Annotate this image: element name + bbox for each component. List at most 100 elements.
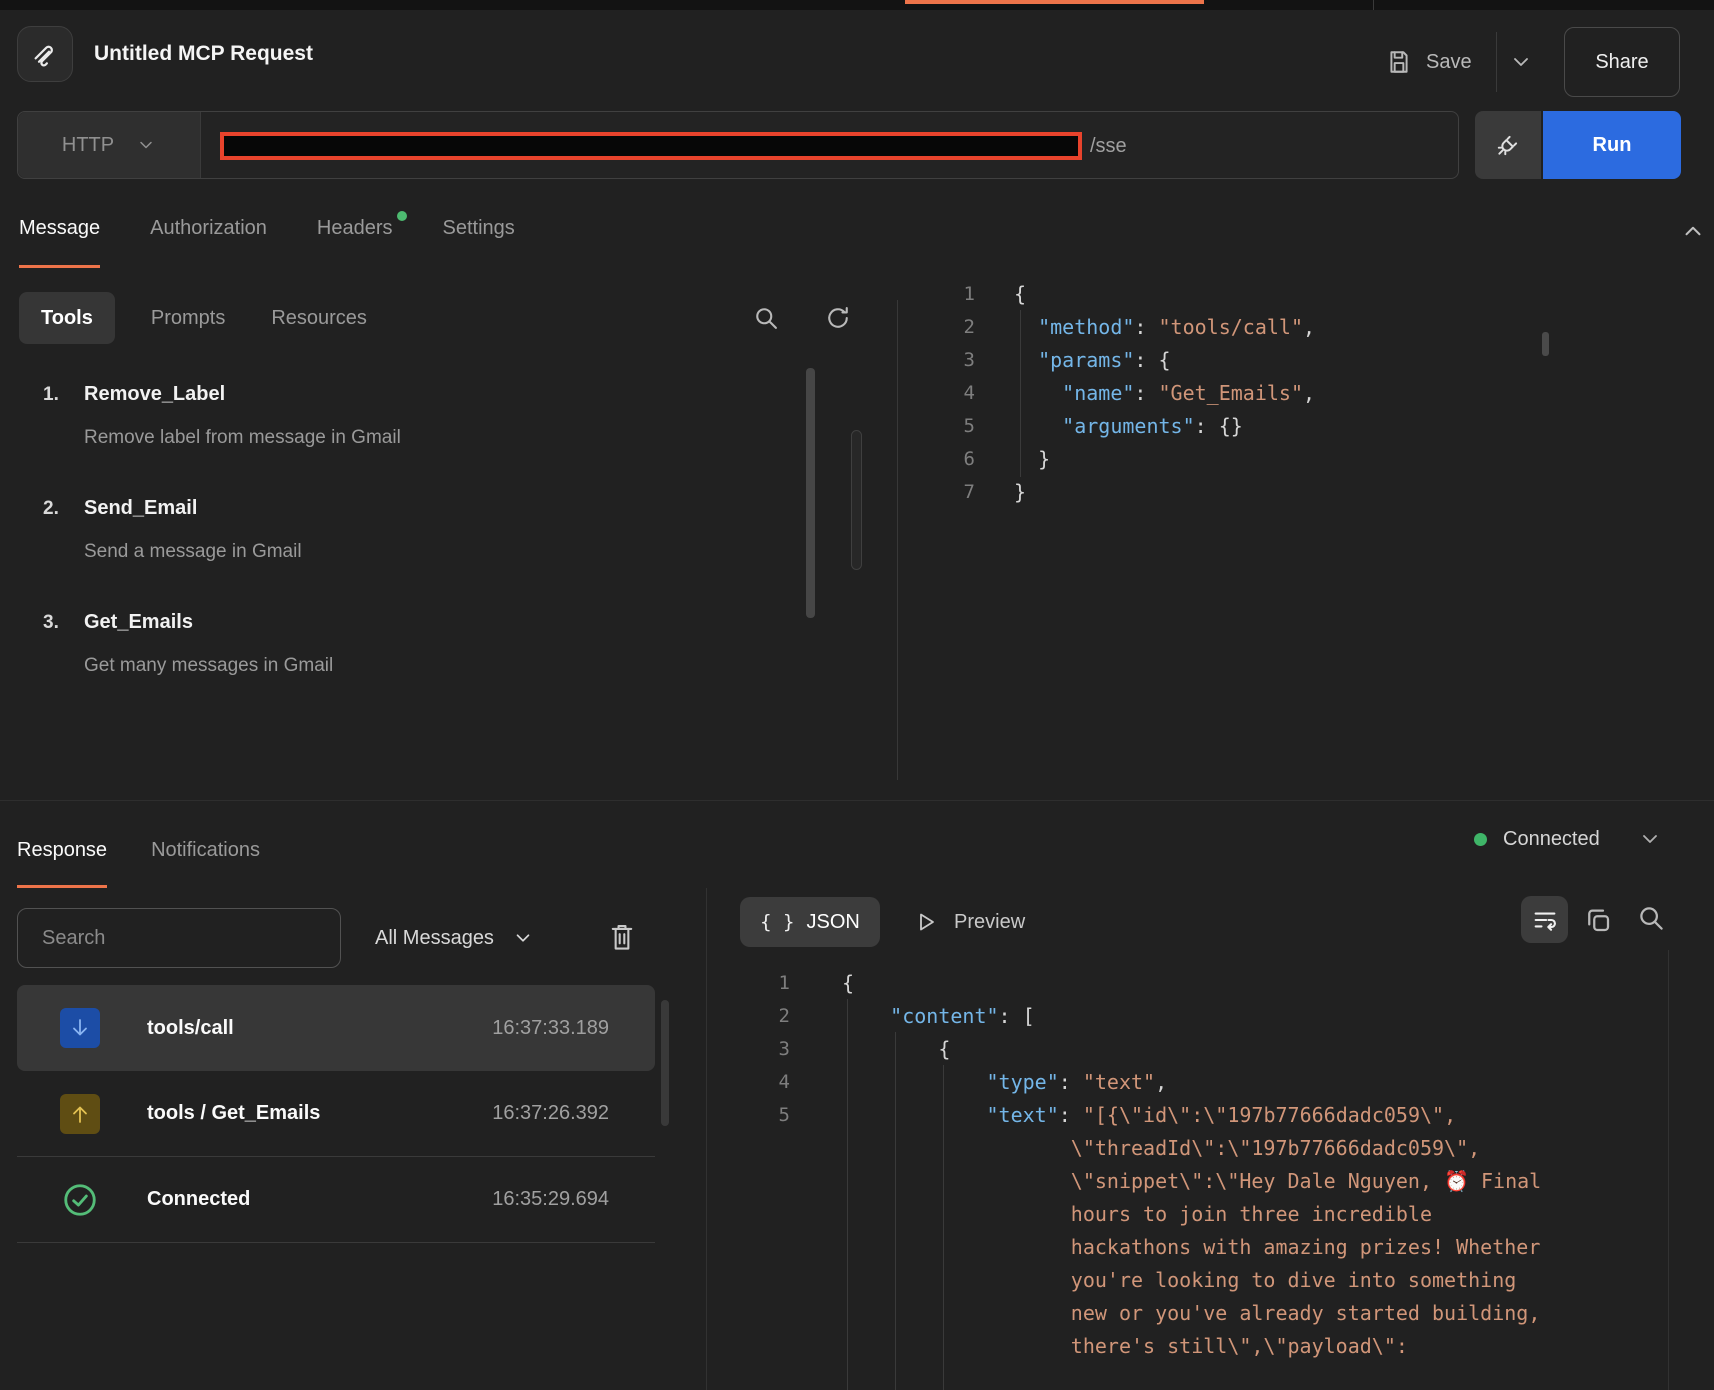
preview-view-button[interactable]: Preview	[914, 903, 1025, 941]
connection-status-label: Connected	[1503, 828, 1600, 851]
response-json-editor[interactable]: 1{ 2 "content": [ 3 { 4 "type": "text", …	[712, 966, 1541, 1362]
message-timestamp: 16:37:26.392	[492, 1102, 609, 1125]
code-line: 3 {	[712, 1032, 1541, 1065]
line-number: 4	[890, 382, 975, 404]
tab-notifications[interactable]: Notifications	[151, 839, 260, 862]
line-number: 5	[890, 415, 975, 437]
save-button[interactable]: Save	[1386, 44, 1472, 80]
indent-guide	[943, 1065, 944, 1390]
code-line: 5 "arguments": {}	[890, 409, 1315, 442]
connection-status-dropdown[interactable]: Connected	[1474, 822, 1662, 856]
tab-settings[interactable]: Settings	[443, 217, 515, 244]
code-text: "arguments": {}	[1014, 414, 1243, 438]
save-options-chevron[interactable]	[1509, 50, 1533, 74]
tab-prompts[interactable]: Prompts	[141, 307, 235, 330]
code-text: {	[1014, 282, 1026, 306]
response-tab-bar: Response Notifications	[17, 822, 260, 878]
word-wrap-icon	[1531, 906, 1559, 934]
message-list: tools/call 16:37:33.189 tools / Get_Emai…	[17, 985, 655, 1243]
tab-message[interactable]: Message	[19, 217, 100, 244]
request-url-bar[interactable]: HTTP /sse	[17, 111, 1459, 179]
copy-button[interactable]	[1583, 905, 1613, 935]
response-editor-scrollbar-track[interactable]	[1668, 950, 1669, 1390]
share-button[interactable]: Share	[1564, 27, 1680, 97]
filter-label: All Messages	[375, 927, 494, 950]
trash-icon	[608, 922, 636, 952]
code-text: "params": {	[1014, 348, 1171, 372]
mcp-logo-icon	[30, 39, 60, 69]
word-wrap-button[interactable]	[1521, 896, 1568, 943]
tab-headers[interactable]: Headers	[317, 217, 393, 244]
code-line-wrap: you're looking to dive into something	[712, 1263, 1541, 1296]
code-text: "content": [	[842, 1004, 1035, 1028]
line-number: 2	[890, 316, 975, 338]
message-list-scrollbar[interactable]	[661, 1000, 669, 1126]
message-filter-dropdown[interactable]: All Messages	[375, 920, 534, 956]
message-row-connected[interactable]: Connected 16:35:29.694	[17, 1157, 655, 1243]
section-divider	[0, 800, 1714, 801]
protocol-label: HTTP	[62, 134, 114, 157]
json-view-label: JSON	[806, 911, 859, 934]
tab-resources[interactable]: Resources	[261, 307, 377, 330]
line-number: 3	[890, 349, 975, 371]
save-icon	[1386, 49, 1412, 75]
play-icon	[914, 910, 938, 934]
redacted-url-value	[220, 132, 1082, 160]
line-number: 1	[712, 972, 790, 994]
tab-response[interactable]: Response	[17, 839, 107, 862]
code-text: new or you've already started building,	[842, 1301, 1540, 1325]
tab-tools[interactable]: Tools	[19, 292, 115, 344]
panel-splitter-handle[interactable]	[851, 430, 862, 570]
code-line: 1{	[890, 277, 1315, 310]
code-text: {	[842, 971, 854, 995]
tools-search-button[interactable]	[752, 304, 780, 332]
chevron-down-icon	[512, 927, 534, 949]
tab-separator	[1373, 0, 1374, 10]
code-line: 7}	[890, 475, 1315, 508]
code-text: there's still\",\"payload\":	[842, 1334, 1408, 1358]
message-timestamp: 16:37:33.189	[492, 1017, 609, 1040]
json-view-button[interactable]: { } JSON	[740, 897, 880, 947]
tool-name: Get_Emails	[84, 611, 193, 634]
code-line: 2 "method": "tools/call",	[890, 310, 1315, 343]
copy-icon	[1583, 905, 1613, 935]
response-search-button[interactable]	[1636, 903, 1666, 933]
disconnect-button[interactable]	[1475, 111, 1541, 179]
code-text: \"snippet\":\"Hey Dale Nguyen, ⏰ Final	[842, 1169, 1541, 1193]
tool-name: Remove_Label	[84, 383, 225, 406]
tool-name: Send_Email	[84, 497, 197, 520]
message-row-tools-call[interactable]: tools/call 16:37:33.189	[17, 985, 655, 1071]
run-button[interactable]: Run	[1543, 111, 1681, 179]
messages-search-input[interactable]	[17, 908, 341, 968]
message-row-get-emails[interactable]: tools / Get_Emails 16:37:26.392	[17, 1071, 655, 1157]
code-text: }	[1014, 480, 1026, 504]
workspace-tab-strip	[0, 0, 1714, 10]
panel-divider	[706, 888, 707, 1390]
code-line: 4 "type": "text",	[712, 1065, 1541, 1098]
mcp-request-icon	[17, 26, 73, 82]
save-label: Save	[1426, 51, 1472, 74]
message-label: tools / Get_Emails	[147, 1102, 320, 1125]
preview-label: Preview	[954, 911, 1025, 934]
request-tab-bar: Message Authorization Headers Settings	[19, 200, 515, 260]
tool-description: Remove label from message in Gmail	[84, 427, 401, 449]
header-divider	[1496, 32, 1497, 92]
collapse-panel-chevron[interactable]	[1680, 218, 1706, 244]
code-line-wrap: hackathons with amazing prizes! Whether	[712, 1230, 1541, 1263]
line-number: 2	[712, 1005, 790, 1027]
tab-authorization[interactable]: Authorization	[150, 217, 267, 244]
clear-messages-button[interactable]	[608, 920, 638, 954]
code-text: hackathons with amazing prizes! Whether	[842, 1235, 1540, 1259]
tools-refresh-button[interactable]	[824, 304, 852, 332]
tools-list-scrollbar[interactable]	[806, 368, 815, 618]
search-icon	[752, 304, 780, 332]
connected-dot-icon	[1474, 833, 1487, 846]
tab-headers-label: Headers	[317, 217, 393, 239]
sent-arrow-icon	[60, 1094, 100, 1134]
request-editor-scrollbar[interactable]	[1542, 332, 1549, 356]
code-line: 1{	[712, 966, 1541, 999]
request-json-editor[interactable]: 1{ 2 "method": "tools/call", 3 "params":…	[890, 277, 1315, 508]
line-number: 5	[712, 1104, 790, 1126]
protocol-dropdown[interactable]: HTTP	[18, 112, 201, 178]
code-line-wrap: \"snippet\":\"Hey Dale Nguyen, ⏰ Final	[712, 1164, 1541, 1197]
